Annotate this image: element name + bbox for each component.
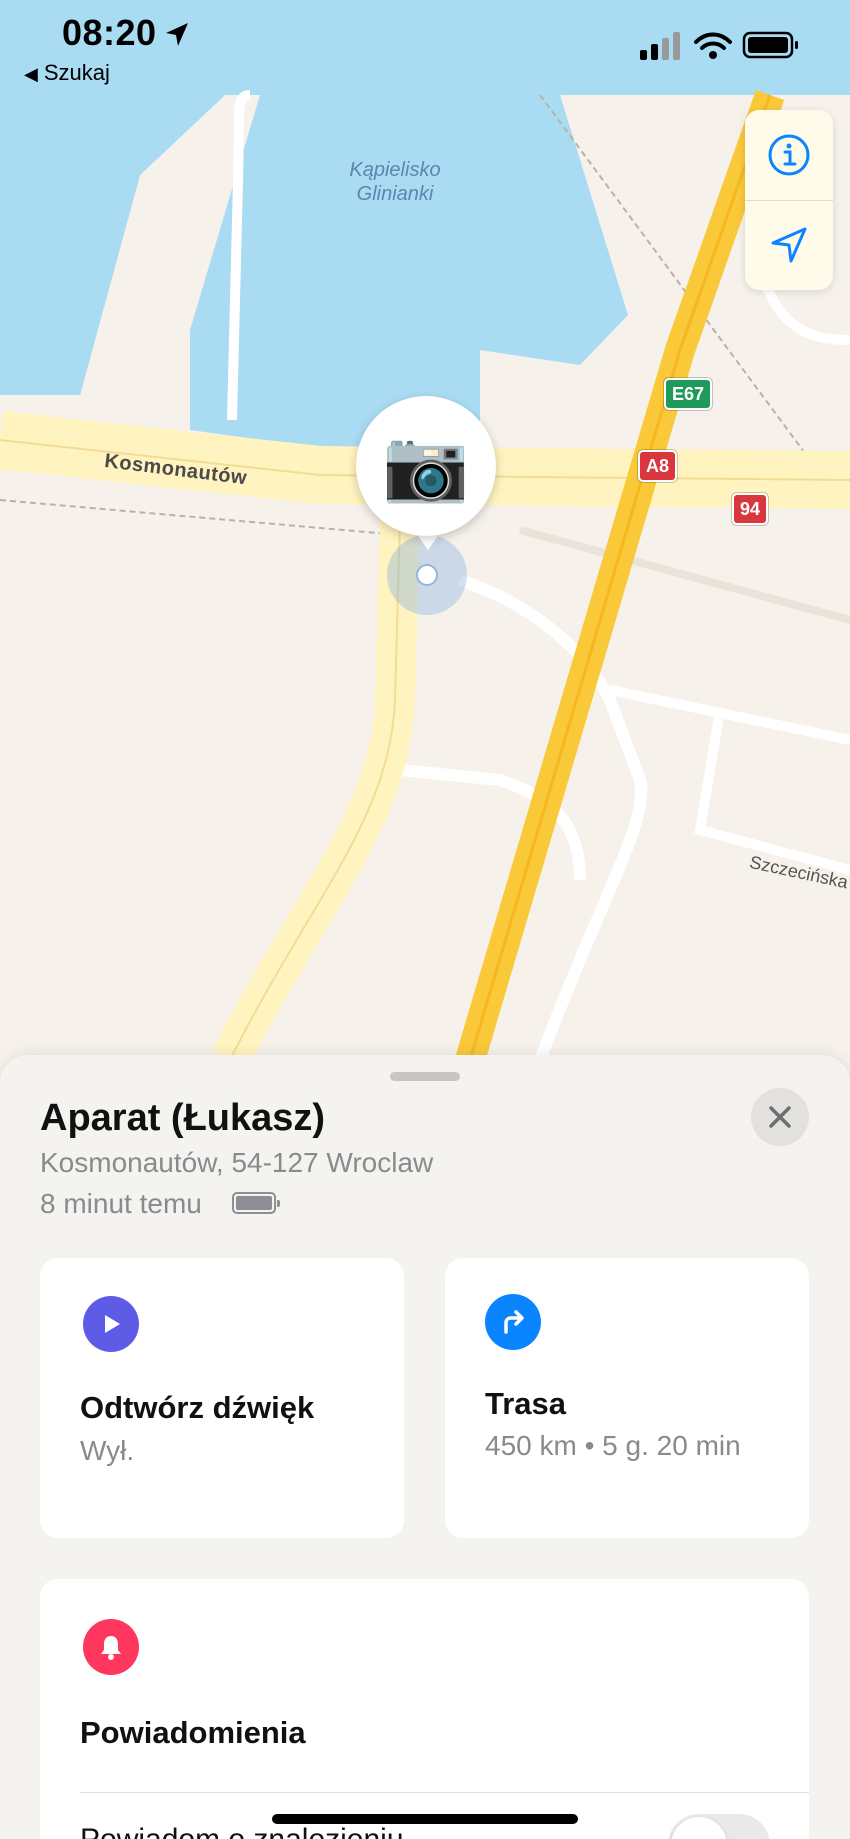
back-label: Szukaj: [43, 60, 110, 85]
notifications-separator: [80, 1792, 809, 1793]
road-shield-e67: E67: [664, 378, 713, 410]
info-button[interactable]: [745, 110, 833, 200]
device-title: Aparat (Łukasz): [40, 1097, 326, 1139]
close-button[interactable]: [751, 1088, 809, 1146]
device-detail-sheet: Aparat (Łukasz) Kosmonautów, 54-127 Wroc…: [0, 1055, 850, 1839]
location-dot: [418, 566, 436, 584]
info-icon: [768, 134, 810, 176]
camera-icon: 📷: [382, 426, 470, 504]
notify-when-found-toggle[interactable]: [668, 1814, 770, 1839]
road-shield-94: 94: [732, 493, 769, 525]
play-icon-circle: [83, 1296, 139, 1352]
location-arrow-icon: [166, 23, 188, 46]
play-sound-status: Wył.: [80, 1435, 135, 1466]
play-sound-card[interactable]: Odtwórz dźwięk Wył.: [40, 1258, 404, 1538]
status-bar: 08:20 ◀ Szukaj: [0, 0, 850, 95]
play-sound-title: Odtwórz dźwięk: [80, 1390, 315, 1425]
locate-button[interactable]: [745, 200, 833, 290]
directions-distance: 450 km • 5 g. 20 min: [485, 1430, 741, 1461]
battery-icon: [742, 31, 798, 59]
status-icons: [640, 31, 798, 60]
home-indicator[interactable]: [272, 1814, 578, 1824]
map-water-label: Kąpielisko Glinianki: [349, 159, 441, 205]
notify-when-found-label: Powiadom o znalezieniu: [80, 1823, 404, 1839]
back-to-search-link[interactable]: ◀ Szukaj: [24, 60, 110, 86]
navigation-arrow-icon: [771, 227, 807, 263]
wifi-icon: [694, 32, 732, 59]
play-icon: [105, 1315, 120, 1333]
notifications-card: Powiadomienia Powiadom o znalezieniu: [40, 1579, 809, 1839]
close-icon: [769, 1106, 791, 1128]
bell-icon: [101, 1636, 121, 1660]
directions-card[interactable]: Trasa 450 km • 5 g. 20 min: [445, 1258, 809, 1538]
device-address: Kosmonautów, 54-127 Wroclaw: [40, 1147, 434, 1178]
directions-icon: [504, 1310, 524, 1334]
directions-icon-circle: [485, 1294, 541, 1350]
directions-title: Trasa: [485, 1386, 567, 1421]
sheet-grabber[interactable]: [390, 1072, 460, 1081]
bell-icon-circle: [83, 1619, 139, 1675]
toggle-knob: [671, 1817, 727, 1839]
device-pin[interactable]: 📷: [356, 396, 496, 536]
cellular-signal-icon: [640, 32, 680, 60]
notifications-title: Powiadomienia: [80, 1715, 306, 1750]
status-time: 08:20: [62, 12, 157, 53]
last-seen-time: 8 minut temu: [40, 1188, 202, 1219]
device-battery-icon: [232, 1192, 280, 1214]
road-shield-a8: A8: [638, 450, 678, 482]
map-controls: [745, 110, 833, 290]
back-triangle-icon: ◀: [24, 64, 38, 84]
